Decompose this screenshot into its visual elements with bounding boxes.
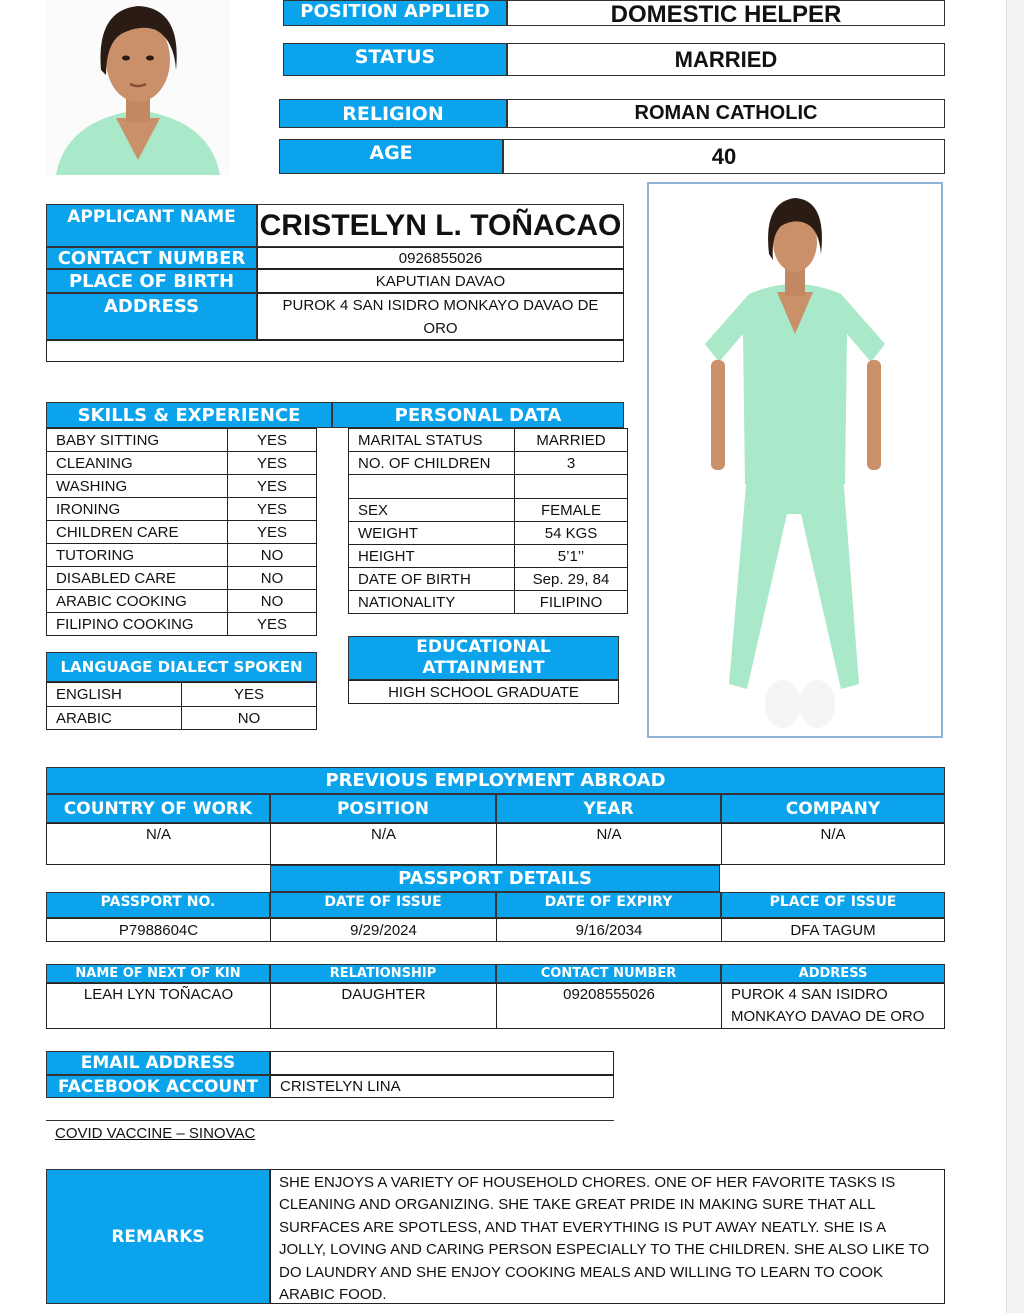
remarks-label: REMARKS <box>46 1169 270 1304</box>
personal-value: 3 <box>514 451 628 475</box>
facebook-value: CRISTELYN LINA <box>270 1075 614 1098</box>
passport-value: P7988604C <box>46 918 271 942</box>
email-label: EMAIL ADDRESS <box>46 1051 270 1075</box>
divider <box>46 1120 614 1121</box>
personal-label <box>348 474 515 499</box>
employment-header: COUNTRY OF WORK <box>46 794 270 823</box>
headshot-photo <box>46 0 230 175</box>
skill-name: TUTORING <box>46 543 228 567</box>
education-title: EDUCATIONAL ATTAINMENT <box>348 636 619 680</box>
position-applied-value: DOMESTIC HELPER <box>507 0 945 28</box>
employment-header: COMPANY <box>721 794 945 823</box>
personal-value: FILIPINO <box>514 590 628 614</box>
passport-value: 9/29/2024 <box>270 918 497 942</box>
personal-label: HEIGHT <box>348 544 515 568</box>
age-label: AGE <box>279 139 503 174</box>
personal-label: SEX <box>348 498 515 522</box>
kin-value: LEAH LYN TOÑACAO <box>46 983 271 1029</box>
address-value: PUROK 4 SAN ISIDRO MONKAYO DAVAO DE ORO <box>257 293 624 340</box>
personal-data-title: PERSONAL DATA <box>332 402 624 428</box>
vaccine-note: COVID VACCINE – SINOVAC <box>55 1125 256 1142</box>
language-name: ENGLISH <box>46 682 182 707</box>
skill-name: IRONING <box>46 497 228 521</box>
kin-value: 09208555026 <box>496 983 722 1029</box>
skill-value: YES <box>227 428 317 452</box>
personal-value: FEMALE <box>514 498 628 522</box>
skill-value: NO <box>227 589 317 613</box>
religion-value: ROMAN CATHOLIC <box>507 99 945 128</box>
skill-name: CLEANING <box>46 451 228 475</box>
skill-value: YES <box>227 474 317 498</box>
kin-header: CONTACT NUMBER <box>496 964 721 983</box>
skill-name: CHILDREN CARE <box>46 520 228 544</box>
applicant-name-value: CRISTELYN L. TOÑACAO <box>257 204 624 247</box>
language-name: ARABIC <box>46 706 182 730</box>
skill-value: NO <box>227 566 317 590</box>
facebook-label: FACEBOOK ACCOUNT <box>46 1075 270 1098</box>
personal-label: MARITAL STATUS <box>348 428 515 452</box>
position-applied-label: POSITION APPLIED <box>283 0 507 26</box>
passport-header: PASSPORT NO. <box>46 892 270 918</box>
religion-label: RELIGION <box>279 99 507 128</box>
kin-header: ADDRESS <box>721 964 945 983</box>
language-value: YES <box>181 682 317 707</box>
skill-value: YES <box>227 520 317 544</box>
personal-value <box>514 474 628 499</box>
contact-number-value: 0926855026 <box>257 247 624 269</box>
remarks-text: SHE ENJOYS A VARIETY OF HOUSEHOLD CHORES… <box>270 1169 945 1304</box>
scrollbar-track[interactable] <box>1006 0 1024 1313</box>
skill-name: WASHING <box>46 474 228 498</box>
kin-value: DAUGHTER <box>270 983 497 1029</box>
employment-value: N/A <box>496 823 722 865</box>
employment-value: N/A <box>270 823 497 865</box>
skill-value: YES <box>227 497 317 521</box>
full-body-photo <box>647 182 943 738</box>
skill-name: BABY SITTING <box>46 428 228 452</box>
employment-title: PREVIOUS EMPLOYMENT ABROAD <box>46 767 945 794</box>
passport-value: 9/16/2034 <box>496 918 722 942</box>
personal-value: 54 KGS <box>514 521 628 545</box>
skills-title: SKILLS & EXPERIENCE <box>46 402 332 428</box>
address-label: ADDRESS <box>46 293 257 340</box>
blank-row <box>46 340 624 362</box>
skill-name: DISABLED CARE <box>46 566 228 590</box>
education-title-line2: ATTAINMENT <box>422 658 545 678</box>
skill-value: YES <box>227 451 317 475</box>
email-value <box>270 1051 614 1075</box>
education-value: HIGH SCHOOL GRADUATE <box>348 680 619 704</box>
passport-title: PASSPORT DETAILS <box>270 865 720 892</box>
passport-header: DATE OF ISSUE <box>270 892 496 918</box>
passport-header: PLACE OF ISSUE <box>721 892 945 918</box>
personal-value: MARRIED <box>514 428 628 452</box>
personal-value: 5’1’’ <box>514 544 628 568</box>
skill-name: FILIPINO COOKING <box>46 612 228 636</box>
language-title: LANGUAGE DIALECT SPOKEN <box>46 652 317 682</box>
personal-label: NATIONALITY <box>348 590 515 614</box>
skill-value: NO <box>227 543 317 567</box>
kin-header: RELATIONSHIP <box>270 964 496 983</box>
employment-header: POSITION <box>270 794 496 823</box>
language-value: NO <box>181 706 317 730</box>
personal-label: NO. OF CHILDREN <box>348 451 515 475</box>
kin-value: PUROK 4 SAN ISIDRO MONKAYO DAVAO DE ORO <box>721 983 945 1029</box>
passport-header: DATE OF EXPIRY <box>496 892 721 918</box>
kin-header: NAME OF NEXT OF KIN <box>46 964 270 983</box>
personal-value: Sep. 29, 84 <box>514 567 628 591</box>
employment-value: N/A <box>46 823 271 865</box>
age-value: 40 <box>503 139 945 174</box>
place-of-birth-label: PLACE OF BIRTH <box>46 269 257 293</box>
personal-label: DATE OF BIRTH <box>348 567 515 591</box>
contact-number-label: CONTACT NUMBER <box>46 247 257 269</box>
skill-name: ARABIC COOKING <box>46 589 228 613</box>
skill-value: YES <box>227 612 317 636</box>
personal-label: WEIGHT <box>348 521 515 545</box>
passport-value: DFA TAGUM <box>721 918 945 942</box>
applicant-name-label: APPLICANT NAME <box>46 204 257 247</box>
education-title-line1: EDUCATIONAL <box>416 637 551 657</box>
employment-header: YEAR <box>496 794 721 823</box>
employment-value: N/A <box>721 823 945 865</box>
status-label: STATUS <box>283 43 507 76</box>
status-value: MARRIED <box>507 43 945 76</box>
place-of-birth-value: KAPUTIAN DAVAO <box>257 269 624 293</box>
